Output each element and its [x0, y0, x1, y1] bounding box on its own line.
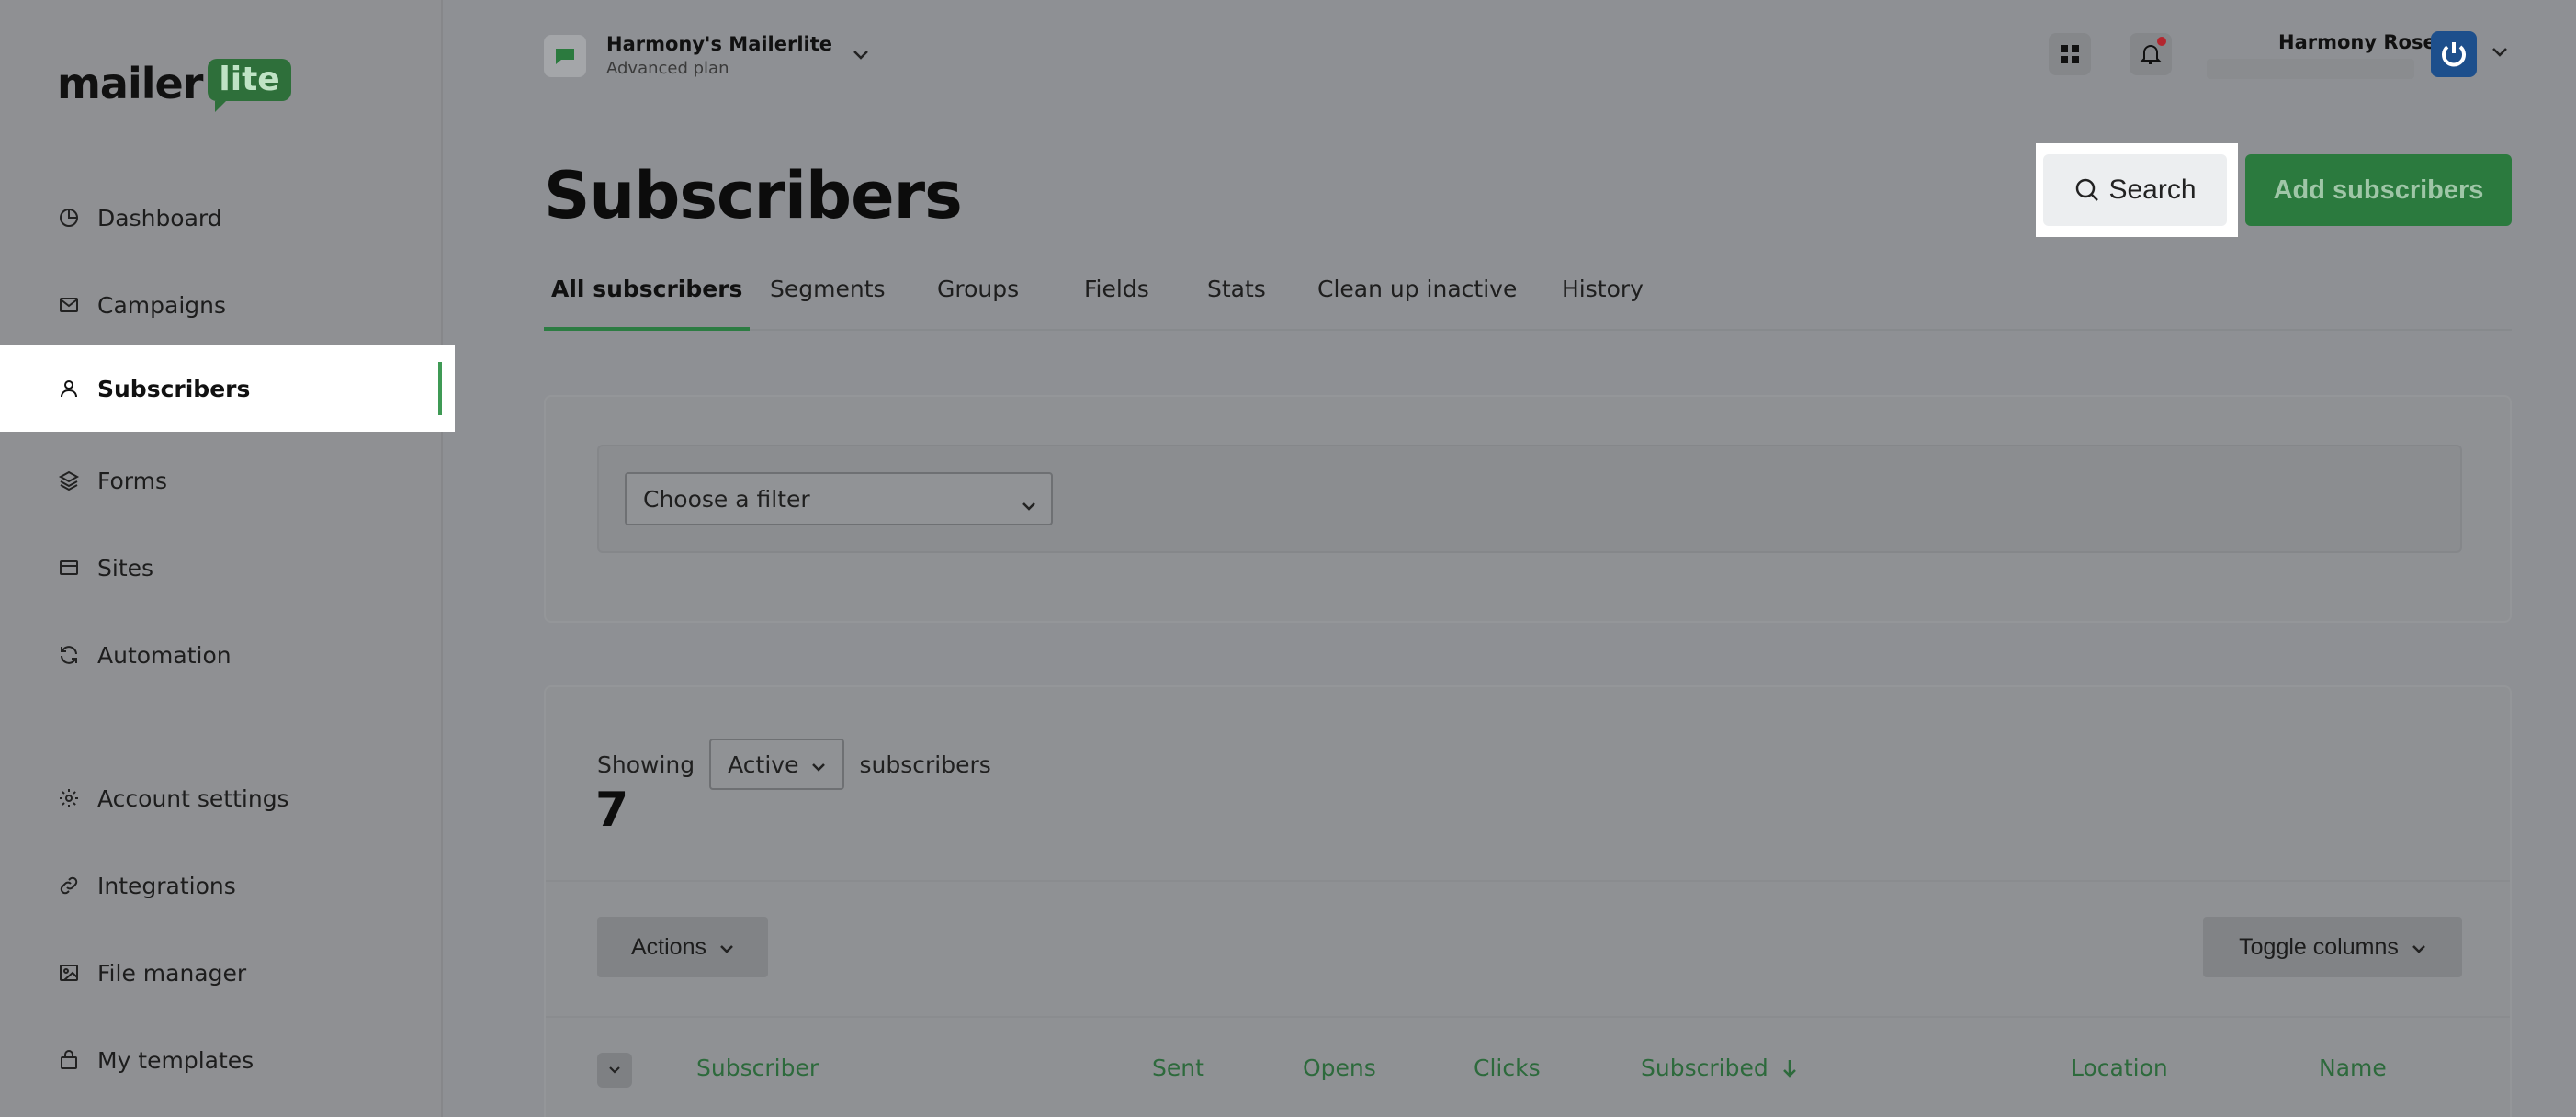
- column-header-subscriber[interactable]: Subscriber: [696, 1055, 819, 1081]
- column-header-location[interactable]: Location: [2071, 1055, 2168, 1081]
- logo-badge: lite: [208, 59, 291, 112]
- mail-icon: [57, 293, 81, 317]
- layers-icon: [57, 468, 81, 492]
- sidebar-item-file-manager[interactable]: File manager: [0, 930, 443, 1016]
- sidebar-item-label: File manager: [97, 959, 247, 987]
- toggle-columns-button[interactable]: Toggle columns: [2203, 917, 2462, 977]
- power-icon: [2442, 42, 2466, 67]
- tab-stats[interactable]: Stats: [1200, 266, 1273, 331]
- search-icon: [2073, 176, 2101, 204]
- divider: [546, 880, 2510, 882]
- search-button-label: Search: [2108, 175, 2197, 205]
- sidebar-item-label: Automation: [97, 641, 232, 669]
- arrow-down-icon: [1781, 1058, 1798, 1078]
- chevron-down-icon: [719, 934, 734, 961]
- sidebar-item-label: Campaigns: [97, 291, 227, 319]
- filter-card: Choose a filter: [544, 395, 2512, 623]
- column-header-opens[interactable]: Opens: [1303, 1055, 1376, 1081]
- link-icon: [57, 874, 81, 897]
- sidebar: mailer lite Dashboard Campaigns Subscrib…: [0, 0, 455, 1117]
- user-menu-chevron-icon[interactable]: [2491, 44, 2508, 62]
- status-dropdown-value: Active: [728, 750, 799, 778]
- toggle-columns-label: Toggle columns: [2239, 933, 2399, 960]
- bell-icon: [2140, 45, 2162, 64]
- chevron-down-icon: [609, 1066, 620, 1074]
- column-header-sent[interactable]: Sent: [1152, 1055, 1204, 1081]
- sidebar-item-campaigns[interactable]: Campaigns: [0, 262, 443, 348]
- template-icon: [57, 1048, 81, 1072]
- sidebar-item-integrations[interactable]: Integrations: [0, 842, 443, 929]
- tab-all-subscribers[interactable]: All subscribers: [544, 266, 751, 331]
- chevron-down-icon: [853, 47, 869, 64]
- divider: [546, 1016, 2510, 1018]
- column-header-subscribed[interactable]: Subscribed: [1641, 1055, 1798, 1081]
- gear-icon: [57, 786, 81, 810]
- user-name: Harmony Rose: [2278, 31, 2436, 53]
- add-subscribers-button[interactable]: Add subscribers: [2245, 154, 2512, 226]
- sidebar-item-forms[interactable]: Forms: [0, 437, 443, 524]
- filter-dropdown[interactable]: Choose a filter: [625, 472, 1053, 525]
- subscriber-count: 7: [595, 783, 629, 838]
- sidebar-item-label: Forms: [97, 467, 168, 494]
- sidebar-item-label: My templates: [97, 1046, 254, 1074]
- tab-segments[interactable]: Segments: [763, 266, 893, 331]
- sidebar-item-label: Subscribers: [97, 375, 251, 402]
- tab-groups[interactable]: Groups: [930, 266, 1026, 331]
- workspace-avatar: [544, 34, 586, 77]
- notification-dot: [2157, 37, 2166, 46]
- showing-prefix: Showing: [597, 750, 695, 778]
- filter-dropdown-value: Choose a filter: [643, 485, 810, 513]
- chevron-down-icon: [2412, 934, 2426, 961]
- workspace-name: Harmony's Mailerlite: [606, 33, 833, 55]
- actions-button[interactable]: Actions: [597, 917, 768, 977]
- column-header-subscribed-label: Subscribed: [1641, 1055, 1768, 1081]
- filter-panel: Choose a filter: [597, 445, 2462, 553]
- browser-icon: [57, 556, 81, 580]
- column-header-clicks[interactable]: Clicks: [1474, 1055, 1541, 1081]
- sidebar-item-label: Integrations: [97, 872, 236, 899]
- tab-fields[interactable]: Fields: [1077, 266, 1157, 331]
- search-button[interactable]: Search: [2043, 154, 2227, 226]
- app-root: mailer lite Dashboard Campaigns Subscrib…: [0, 0, 2576, 1117]
- logo-word: mailer: [57, 59, 203, 108]
- status-dropdown[interactable]: Active: [709, 739, 845, 790]
- sidebar-item-sites[interactable]: Sites: [0, 525, 443, 611]
- tab-clean-up-inactive[interactable]: Clean up inactive: [1310, 266, 1524, 331]
- dashboard-icon: [57, 206, 81, 230]
- showing-suffix: subscribers: [859, 750, 991, 778]
- image-icon: [57, 961, 81, 985]
- grid-icon: [2061, 45, 2079, 63]
- actions-button-label: Actions: [631, 933, 706, 960]
- sidebar-item-dashboard[interactable]: Dashboard: [0, 175, 443, 261]
- sidebar-item-label: Sites: [97, 554, 154, 581]
- apps-grid-button[interactable]: [2049, 33, 2091, 75]
- sidebar-item-label: Account settings: [97, 784, 289, 812]
- chat-bubble-icon: [556, 48, 574, 64]
- sidebar-item-account-settings[interactable]: Account settings: [0, 755, 443, 841]
- notifications-button[interactable]: [2130, 33, 2172, 75]
- subscribers-card: Showing Active subscribers 7 Actions Tog…: [544, 685, 2512, 1117]
- tab-history[interactable]: History: [1554, 266, 1651, 331]
- refresh-icon: [57, 643, 81, 667]
- sidebar-item-label: Dashboard: [97, 204, 222, 231]
- subscriber-tabs: All subscribers Segments Groups Fields S…: [544, 266, 2512, 331]
- select-all-dropdown[interactable]: [597, 1053, 632, 1088]
- sidebar-item-subscribers[interactable]: Subscribers: [0, 345, 455, 432]
- workspace-plan: Advanced plan: [606, 59, 729, 78]
- mailerlite-logo[interactable]: mailer lite: [57, 57, 291, 112]
- sidebar-item-automation[interactable]: Automation: [0, 612, 443, 698]
- workspace-switcher[interactable]: Harmony's Mailerlite Advanced plan: [544, 33, 869, 78]
- user-icon: [57, 377, 81, 401]
- page-title: Subscribers: [544, 158, 963, 233]
- column-header-name[interactable]: Name: [2319, 1055, 2387, 1081]
- user-avatar[interactable]: [2431, 31, 2477, 77]
- sidebar-item-my-templates[interactable]: My templates: [0, 1017, 443, 1103]
- user-email-redacted: [2207, 59, 2414, 79]
- chevron-down-icon: [811, 751, 826, 778]
- chevron-down-icon: [1022, 491, 1036, 517]
- showing-row: Showing Active subscribers: [597, 739, 991, 790]
